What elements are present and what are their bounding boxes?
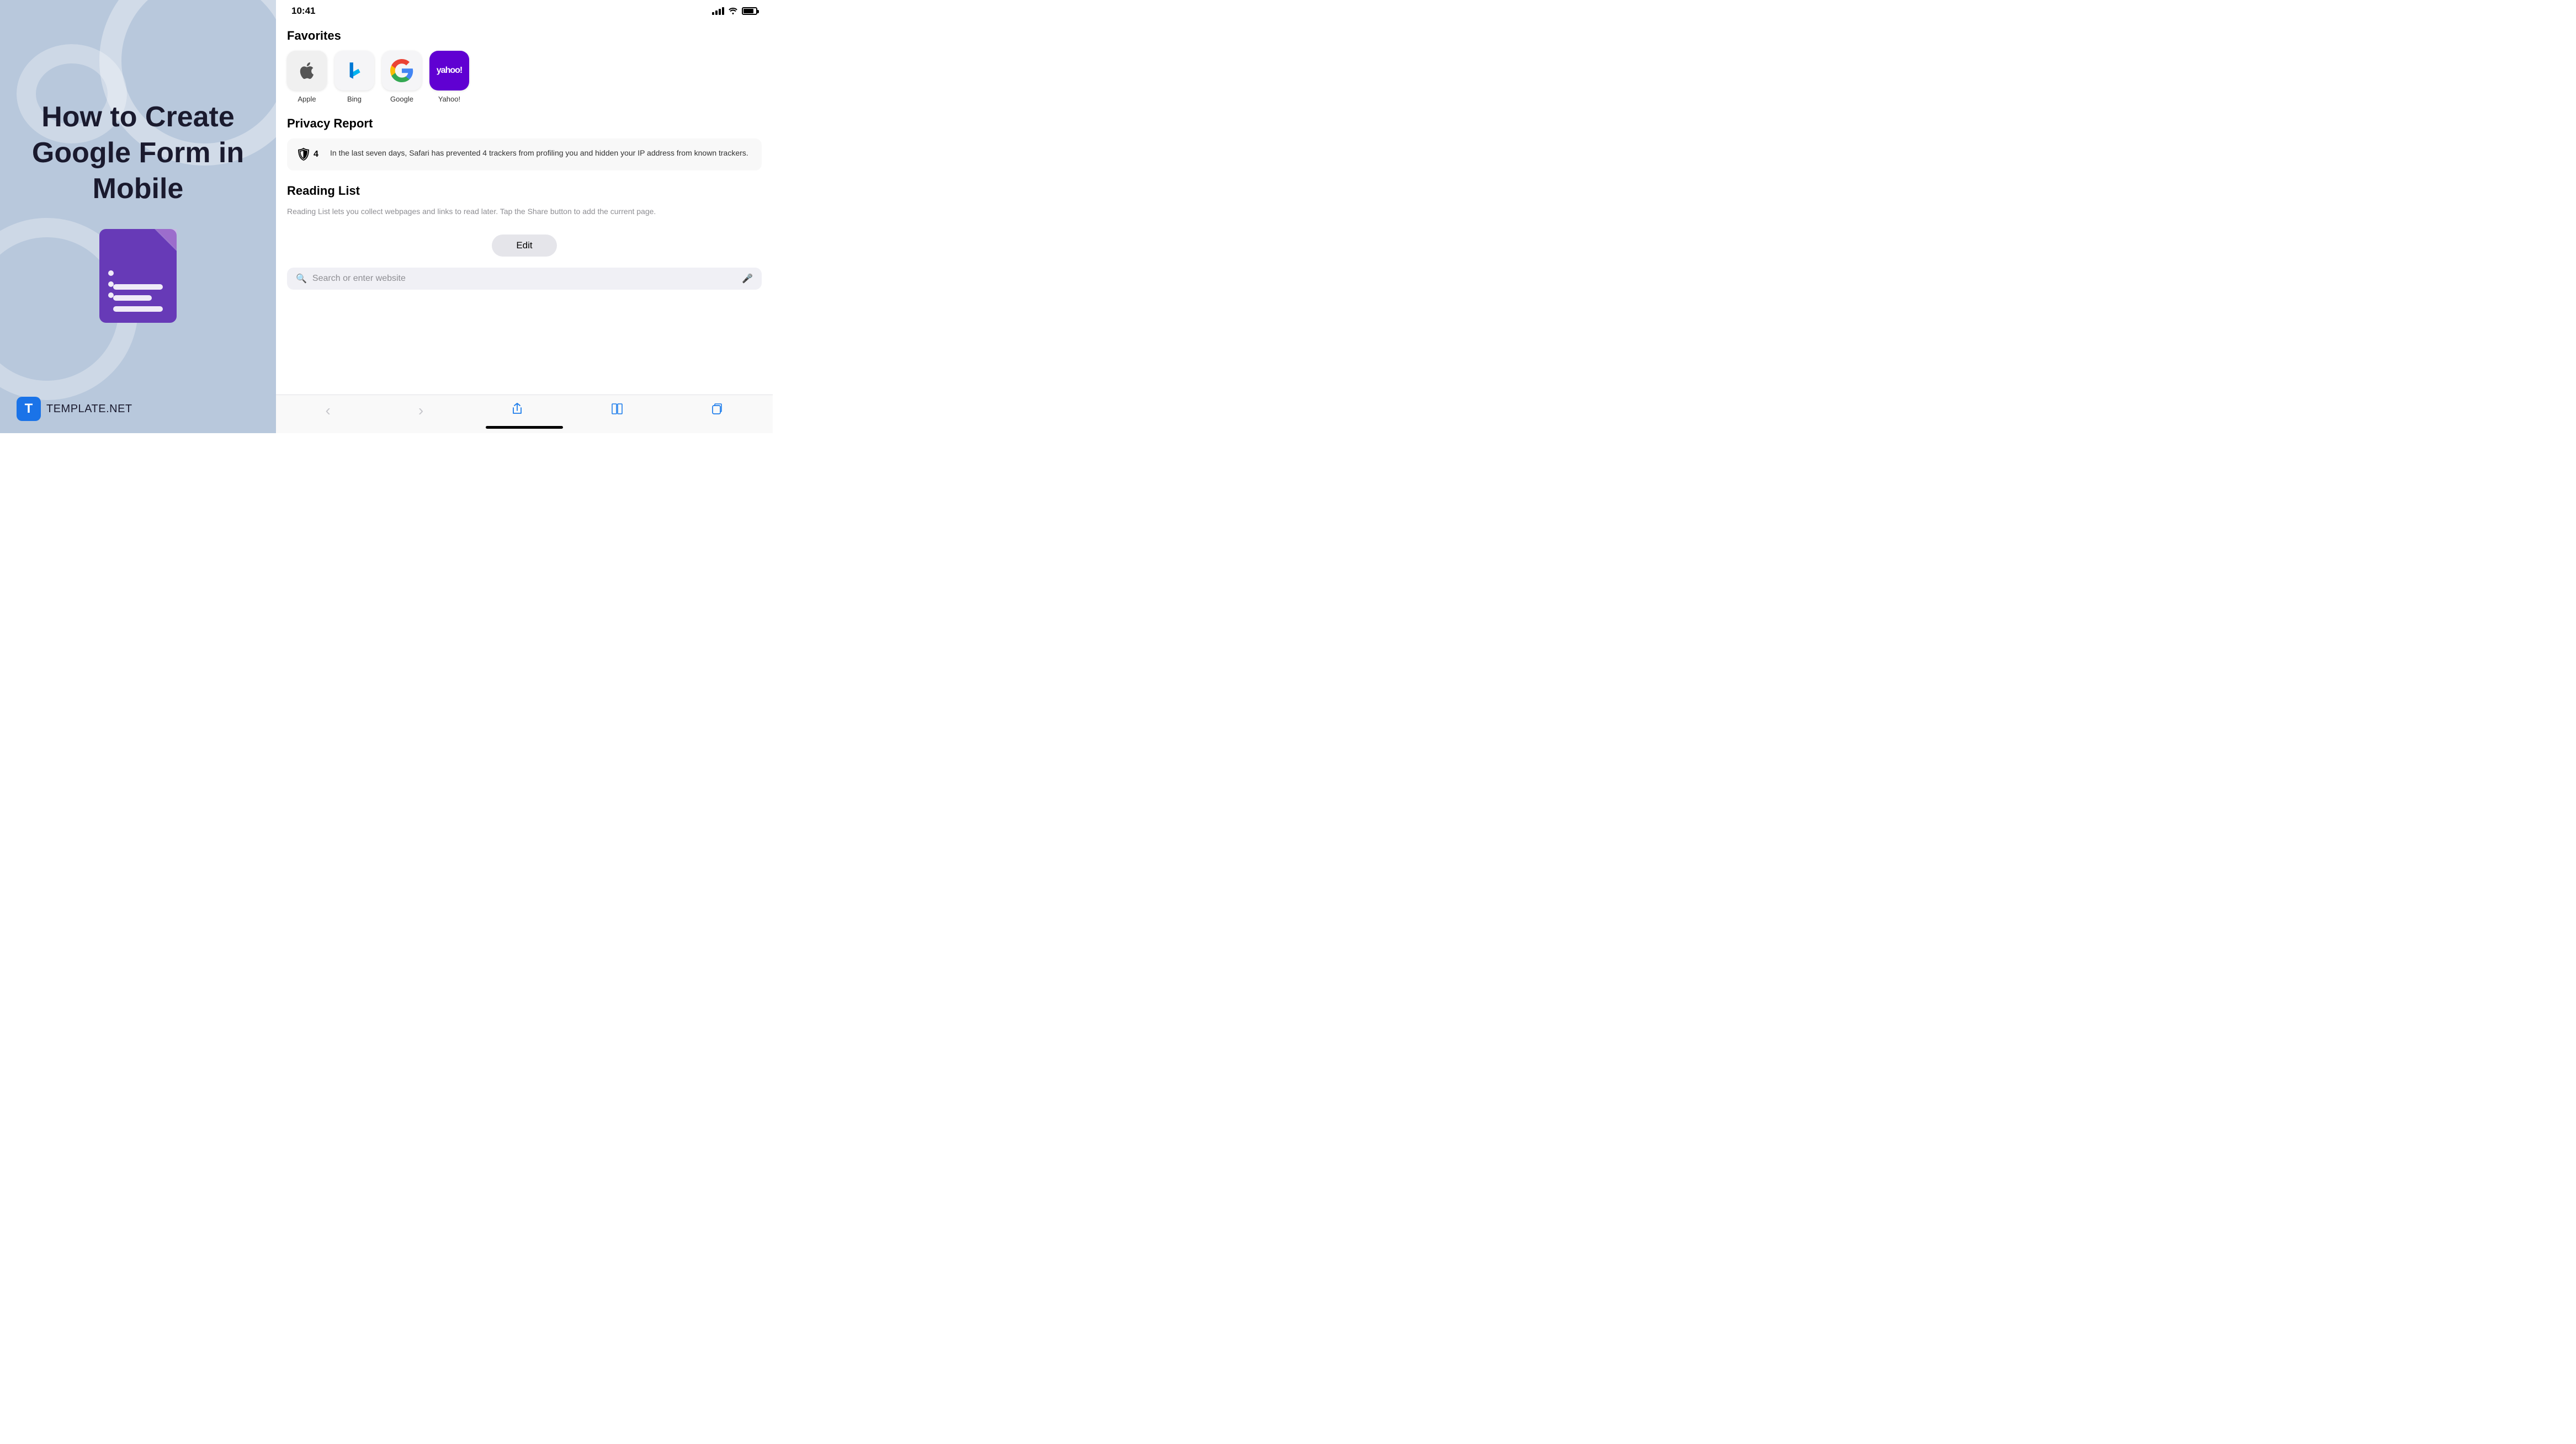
search-placeholder[interactable]: Search or enter website xyxy=(312,274,736,284)
bing-label: Bing xyxy=(347,95,362,103)
apple-logo-icon xyxy=(297,61,317,81)
share-button[interactable] xyxy=(506,401,529,420)
yahoo-label: Yahoo! xyxy=(438,95,460,103)
favorites-title: Favorites xyxy=(287,29,762,43)
yahoo-favicon: yahoo! xyxy=(429,51,469,90)
page-title: How to Create Google Form in Mobile xyxy=(0,99,276,207)
iphone-safari-panel: 10:41 Favorites xyxy=(276,0,773,433)
back-button[interactable]: ‹ xyxy=(320,399,336,422)
search-icon: 🔍 xyxy=(296,273,307,284)
microphone-icon[interactable]: 🎤 xyxy=(742,273,753,284)
favorite-yahoo[interactable]: yahoo! Yahoo! xyxy=(429,51,469,103)
favorites-grid: Apple Bing xyxy=(287,51,762,103)
favorite-apple[interactable]: Apple xyxy=(287,51,327,103)
signal-bars-icon xyxy=(712,7,724,15)
privacy-report-card: 🛡 4 In the last seven days, Safari has p… xyxy=(287,138,762,170)
safari-bottom-toolbar: ‹ › xyxy=(276,395,773,433)
bookmarks-button[interactable] xyxy=(606,401,629,420)
reading-list-text: Reading List lets you collect webpages a… xyxy=(287,206,762,218)
reading-list-title: Reading List xyxy=(287,184,762,198)
tracker-count: 4 xyxy=(314,150,318,159)
template-t-icon: T xyxy=(17,397,41,421)
status-icons xyxy=(712,7,757,16)
template-brand-text: TEMPLATE.NET xyxy=(46,403,132,415)
bing-favicon xyxy=(334,51,374,90)
shield-icon: 🛡 xyxy=(296,147,311,162)
favorite-google[interactable]: Google xyxy=(382,51,422,103)
edit-button[interactable]: Edit xyxy=(492,235,556,257)
privacy-report-title: Privacy Report xyxy=(287,116,762,131)
search-bar-wrap: 🔍 Search or enter website 🎤 xyxy=(287,268,762,295)
favorite-bing[interactable]: Bing xyxy=(334,51,374,103)
wifi-icon xyxy=(728,7,738,16)
left-panel: How to Create Google Form in Mobile T TE… xyxy=(0,0,276,433)
privacy-report-text: In the last seven days, Safari has preve… xyxy=(330,147,748,159)
privacy-badge: 🛡 4 xyxy=(296,147,322,162)
toolbar-icons-row: ‹ › xyxy=(276,399,773,422)
status-bar: 10:41 xyxy=(276,0,773,20)
home-indicator xyxy=(486,426,563,429)
forward-button[interactable]: › xyxy=(413,399,429,422)
search-bar[interactable]: 🔍 Search or enter website 🎤 xyxy=(287,268,762,290)
tabs-button[interactable] xyxy=(705,401,729,420)
apple-label: Apple xyxy=(298,95,316,103)
google-favicon xyxy=(382,51,422,90)
safari-content[interactable]: Favorites Apple Bing xyxy=(276,20,773,395)
status-time: 10:41 xyxy=(291,6,315,17)
apple-favicon xyxy=(287,51,327,90)
template-logo: T TEMPLATE.NET xyxy=(17,397,132,421)
google-label: Google xyxy=(390,95,413,103)
edit-button-wrap: Edit xyxy=(287,235,762,257)
google-forms-icon xyxy=(99,229,177,323)
battery-icon xyxy=(742,7,757,15)
